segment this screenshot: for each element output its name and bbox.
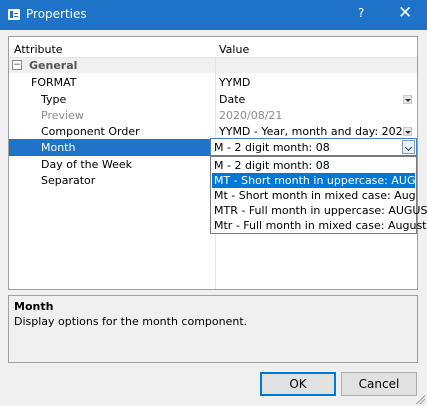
property-value: Date xyxy=(219,93,246,106)
close-button[interactable]: ✕ xyxy=(398,3,412,23)
description-title: Month xyxy=(14,300,54,313)
property-label: Day of the Week xyxy=(41,158,133,171)
property-label: Separator xyxy=(41,174,96,187)
selected-row-highlight xyxy=(9,139,215,156)
collapse-icon[interactable]: − xyxy=(12,60,22,70)
dropdown-option[interactable]: MTR - Full month in uppercase: AUGUST xyxy=(212,203,427,218)
dropdown-option[interactable]: Mtr - Full month in mixed case: August xyxy=(212,218,427,233)
group-label: General xyxy=(29,59,78,72)
month-combobox[interactable]: M - 2 digit month: 08 xyxy=(210,138,417,156)
help-button[interactable]: ? xyxy=(358,6,364,20)
property-row-type[interactable]: Type Date xyxy=(9,91,417,108)
window-title: Properties xyxy=(26,7,87,21)
dropdown-option-highlighted[interactable]: MT - Short month in uppercase: AUG xyxy=(212,173,416,188)
description-panel: Month Display options for the month comp… xyxy=(8,295,418,363)
group-row-general[interactable]: − General xyxy=(9,58,417,73)
properties-window-icon xyxy=(8,9,20,20)
column-header-value[interactable]: Value xyxy=(219,43,249,56)
title-bar: Properties ? ✕ xyxy=(0,0,427,30)
property-value: YYMD xyxy=(219,76,251,89)
month-dropdown-list[interactable]: M - 2 digit month: 08 MT - Short month i… xyxy=(210,156,427,234)
property-label: Type xyxy=(41,93,67,106)
property-label: FORMAT xyxy=(31,76,77,89)
property-row-preview[interactable]: Preview 2020/08/21 xyxy=(9,107,417,124)
property-label: Preview xyxy=(41,109,84,122)
dropdown-arrow-icon[interactable] xyxy=(403,95,412,104)
combobox-value: M - 2 digit month: 08 xyxy=(214,141,330,154)
property-value: 2020/08/21 xyxy=(219,109,283,122)
column-header-attribute[interactable]: Attribute xyxy=(14,43,63,56)
description-text: Display options for the month component. xyxy=(14,315,248,328)
resize-grip-icon[interactable] xyxy=(415,394,425,404)
property-row-format[interactable]: FORMAT YYMD xyxy=(9,74,417,91)
ok-button[interactable]: OK xyxy=(260,372,336,396)
dropdown-option[interactable]: Mt - Short month in mixed case: Aug xyxy=(212,188,416,203)
dropdown-option[interactable]: M - 2 digit month: 08 xyxy=(212,158,415,173)
cancel-button[interactable]: Cancel xyxy=(341,372,417,396)
property-label: Component Order xyxy=(41,125,140,138)
property-value: YYMD - Year, month and day: 2020/08/21 xyxy=(219,125,405,138)
property-label: Month xyxy=(41,141,76,154)
chevron-down-icon[interactable] xyxy=(402,140,415,154)
dropdown-arrow-icon[interactable] xyxy=(403,127,412,136)
